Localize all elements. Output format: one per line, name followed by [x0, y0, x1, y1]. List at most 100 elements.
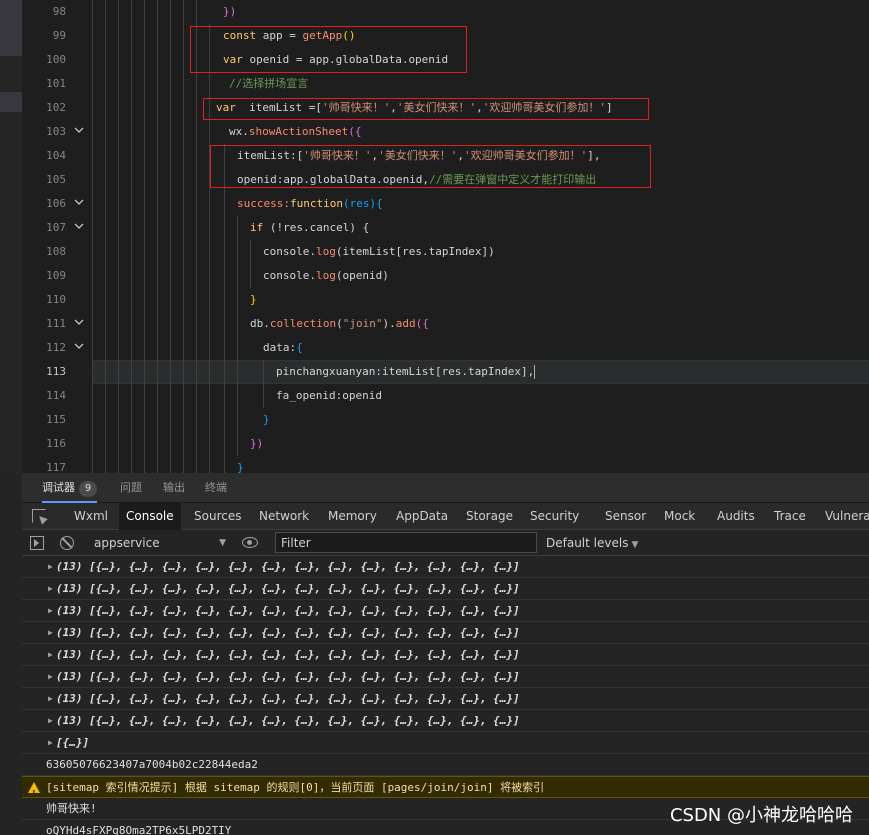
code-string: "join" — [342, 317, 383, 330]
expand-triangle-icon[interactable]: ▶ — [48, 644, 53, 666]
line-number: 110 — [46, 293, 66, 306]
tab-problems[interactable]: 问题 — [120, 473, 142, 503]
expand-triangle-icon[interactable]: ▶ — [48, 622, 53, 644]
tab-output[interactable]: 输出 — [163, 473, 185, 503]
console-array-row[interactable]: ▶ (13) [{…}, {…}, {…}, {…}, {…}, {…}, {…}… — [22, 556, 869, 578]
clear-console-icon[interactable] — [60, 536, 74, 550]
code-token: db. — [250, 317, 270, 330]
tab-sources[interactable]: Sources — [194, 503, 241, 530]
console-message-text: (13) [{…}, {…}, {…}, {…}, {…}, {…}, {…},… — [56, 648, 520, 661]
console-array-row[interactable]: ▶ (13) [{…}, {…}, {…}, {…}, {…}, {…}, {…}… — [22, 622, 869, 644]
line-number: 116 — [46, 437, 66, 450]
code-token: add — [395, 317, 416, 330]
code-token: ( — [336, 317, 343, 330]
fold-chevron-icon[interactable] — [74, 317, 84, 327]
console-message-text: (13) [{…}, {…}, {…}, {…}, {…}, {…}, {…},… — [56, 714, 520, 727]
console-message-text: 帅哥快来! — [46, 802, 97, 815]
fold-chevron-icon[interactable] — [74, 221, 84, 231]
line-number: 107 — [46, 221, 66, 234]
warning-icon — [28, 782, 40, 805]
tab-console[interactable]: Console — [119, 503, 181, 530]
console-array-row[interactable]: ▶ [{…}] — [22, 732, 869, 754]
code-token: itemList:[ — [237, 149, 304, 162]
show-sidebar-icon[interactable] — [30, 536, 44, 550]
line-number: 108 — [46, 245, 66, 258]
indent-guide — [263, 360, 264, 408]
live-expression-eye-icon[interactable] — [242, 537, 258, 548]
code-token: const — [223, 29, 257, 42]
code-line: } — [237, 456, 244, 473]
console-message-text: 63605076623407a7004b02c22844eda2 — [46, 758, 258, 771]
tab-network[interactable]: Network — [259, 503, 309, 530]
code-token: , — [457, 149, 464, 162]
code-editor[interactable]: 98 99 100 101 102 103 104 105 106 107 10… — [0, 0, 869, 473]
line-number: 112 — [46, 341, 66, 354]
code-line: var itemList =['帅哥快来！','美女们快来！','欢迎帅哥美女们… — [216, 96, 613, 120]
code-line: //选择拼场宣言 — [229, 72, 308, 96]
code-token: fa_openid:openid — [276, 389, 382, 402]
expand-triangle-icon[interactable]: ▶ — [48, 666, 53, 688]
code-token: collection — [269, 317, 337, 330]
tab-security[interactable]: Security — [530, 503, 579, 530]
code-token: } — [263, 413, 270, 426]
tab-appdata[interactable]: AppData — [396, 503, 448, 530]
console-log-line: 63605076623407a7004b02c22844eda2 — [22, 754, 869, 776]
indent-guide — [92, 0, 93, 473]
code-line: }) — [250, 432, 263, 456]
code-token: showActionSheet — [248, 125, 349, 138]
expand-triangle-icon[interactable]: ▶ — [48, 600, 53, 622]
tab-memory[interactable]: Memory — [328, 503, 377, 530]
context-select[interactable]: appservice ▼ — [86, 533, 226, 553]
console-array-row[interactable]: ▶ (13) [{…}, {…}, {…}, {…}, {…}, {…}, {…}… — [22, 644, 869, 666]
expand-triangle-icon[interactable]: ▶ — [48, 578, 53, 600]
tab-debugger[interactable]: 调试器 9 — [42, 473, 97, 503]
activity-strip — [0, 473, 22, 835]
code-token: data: — [263, 341, 297, 354]
tab-terminal[interactable]: 终端 — [205, 473, 227, 503]
console-array-row[interactable]: ▶ (13) [{…}, {…}, {…}, {…}, {…}, {…}, {…}… — [22, 578, 869, 600]
expand-triangle-icon[interactable]: ▶ — [48, 556, 53, 578]
console-array-row[interactable]: ▶ (13) [{…}, {…}, {…}, {…}, {…}, {…}, {…}… — [22, 600, 869, 622]
console-array-row[interactable]: ▶ (13) [{…}, {…}, {…}, {…}, {…}, {…}, {…}… — [22, 688, 869, 710]
tab-wxml[interactable]: Wxml — [74, 503, 108, 530]
tab-storage[interactable]: Storage — [466, 503, 513, 530]
code-token: openid = app.globalData.openid — [242, 53, 449, 66]
code-line: if (!res.cancel) { — [250, 216, 369, 240]
log-levels-dropdown[interactable]: Default levels ▼ — [546, 533, 638, 553]
code-line: }) — [223, 0, 236, 24]
code-comment: //需要在弹窗中定义才能打印输出 — [429, 173, 597, 186]
expand-triangle-icon[interactable]: ▶ — [48, 710, 53, 732]
console-array-row[interactable]: ▶ (13) [{…}, {…}, {…}, {…}, {…}, {…}, {…}… — [22, 710, 869, 732]
code-area[interactable]: }) const app = getApp() var openid = app… — [92, 0, 869, 473]
console-filter-input[interactable] — [275, 532, 537, 553]
indent-guide — [144, 0, 145, 473]
indent-guide — [157, 0, 158, 473]
code-token: itemList =[ — [235, 101, 322, 114]
line-number: 115 — [46, 413, 66, 426]
activity-strip — [0, 0, 22, 473]
code-line: } — [250, 288, 257, 312]
issue-count-badge: 9 — [79, 481, 97, 497]
console-toolbar: appservice▼ Default levels▼ — [22, 530, 869, 556]
fold-chevron-icon[interactable] — [74, 341, 84, 351]
tab-vulnerability[interactable]: Vulnerab — [825, 503, 869, 530]
tab-audits[interactable]: Audits — [717, 503, 755, 530]
tab-mock[interactable]: Mock — [664, 503, 695, 530]
expand-triangle-icon[interactable]: ▶ — [48, 732, 53, 754]
code-token: app = — [256, 29, 303, 42]
expand-triangle-icon[interactable]: ▶ — [48, 688, 53, 710]
code-line: success:function(res){ — [237, 192, 383, 216]
tab-trace[interactable]: Trace — [774, 503, 806, 530]
code-token: success: — [237, 197, 290, 210]
tab-sensor[interactable]: Sensor — [605, 503, 646, 530]
console-array-row[interactable]: ▶ (13) [{…}, {…}, {…}, {…}, {…}, {…}, {…}… — [22, 666, 869, 688]
console-message-text: oQYHd4sFXPg8Oma2TP6x5LPD2TIY — [46, 824, 232, 835]
line-number: 98 — [52, 5, 66, 18]
strip-highlight — [0, 0, 22, 56]
inspect-element-icon[interactable] — [32, 509, 46, 523]
fold-chevron-icon[interactable] — [74, 197, 84, 207]
indent-guide — [196, 0, 197, 473]
bottom-panel-tabs: 调试器 9 问题 输出 终端 — [22, 473, 869, 503]
fold-chevron-icon[interactable] — [74, 125, 84, 135]
indent-guide — [118, 0, 119, 473]
